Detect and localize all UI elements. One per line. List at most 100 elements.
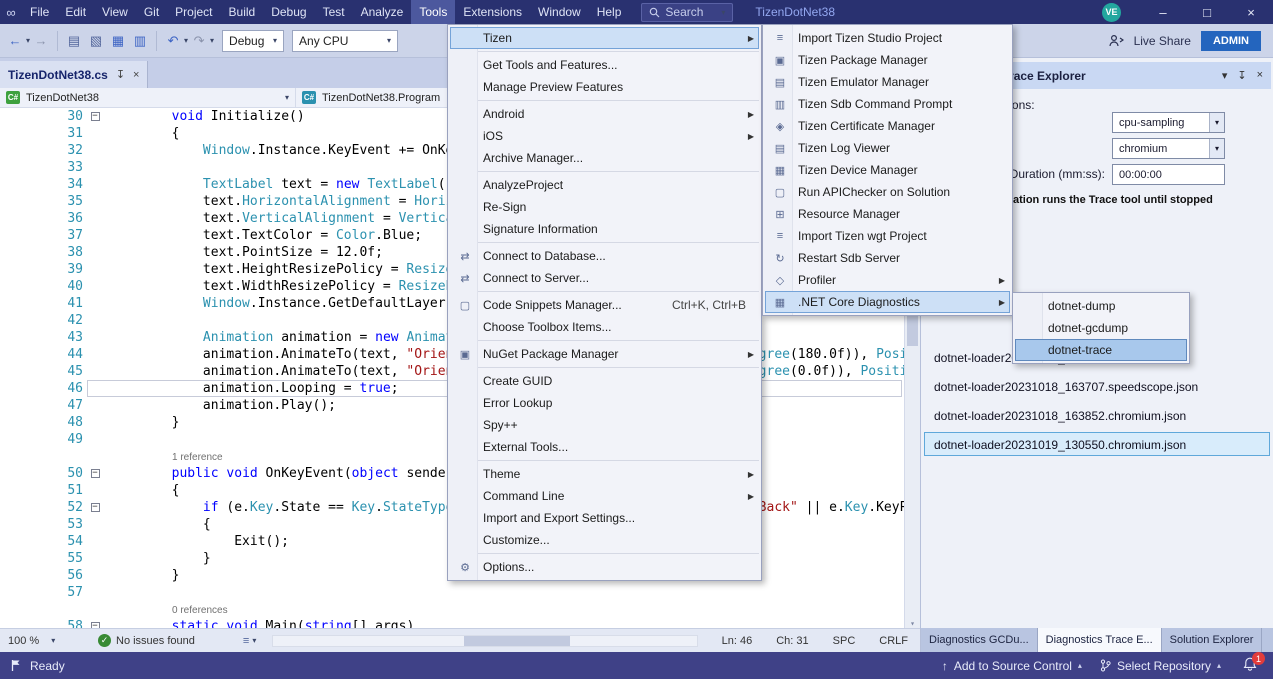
maximize-button[interactable]: □	[1185, 0, 1229, 24]
menu-item-net-core-diagnostics[interactable]: ▦.NET Core Diagnostics▶	[765, 291, 1010, 313]
menu-item-run-apichecker-on-solution[interactable]: ▢Run APIChecker on Solution	[765, 181, 1010, 203]
solution-platform-dropdown[interactable]: Any CPU ▾	[292, 30, 398, 52]
menu-item-profiler[interactable]: ◇Profiler▶	[765, 269, 1010, 291]
menu-item-signature-information[interactable]: Signature Information	[450, 218, 759, 240]
menu-item-nuget-package-manager[interactable]: ▣NuGet Package Manager▶	[450, 343, 759, 365]
codelens-references[interactable]: 1 reference	[172, 452, 223, 463]
outline-margin[interactable]: −	[87, 618, 103, 628]
pin-icon[interactable]: ↧	[1237, 69, 1246, 82]
menu-item-connect-to-database[interactable]: ⇄Connect to Database...	[450, 245, 759, 267]
redo-icon[interactable]: ↷	[189, 30, 209, 52]
indent-mode-indicator[interactable]: SPC	[825, 635, 864, 647]
minimize-button[interactable]: –	[1141, 0, 1185, 24]
outline-margin[interactable]: −	[87, 499, 103, 516]
menu-item-manage-preview-features[interactable]: Manage Preview Features	[450, 76, 759, 98]
close-tab-icon[interactable]: ×	[133, 69, 139, 81]
breadcrumb-member-dropdown[interactable]: C# TizenDotNet38.Program	[296, 88, 446, 107]
admin-button[interactable]: ADMIN	[1201, 31, 1261, 51]
chevron-down-icon[interactable]: ▾	[26, 36, 30, 45]
menu-item-command-line[interactable]: Command Line▶	[450, 485, 759, 507]
trace-file-item[interactable]: dotnet-loader20231018_163707.speedscope.…	[924, 374, 1270, 398]
menu-item-android[interactable]: Android▶	[450, 103, 759, 125]
menu-item-ios[interactable]: iOS▶	[450, 125, 759, 147]
menu-item-import-tizen-wgt-project[interactable]: ≡Import Tizen wgt Project	[765, 225, 1010, 247]
solution-configuration-dropdown[interactable]: Debug ▾	[222, 30, 284, 52]
search-box[interactable]: Search ▾	[641, 3, 733, 22]
menu-item-tizen-emulator-manager[interactable]: ▤Tizen Emulator Manager	[765, 71, 1010, 93]
menu-item-tizen-device-manager[interactable]: ▦Tizen Device Manager	[765, 159, 1010, 181]
menu-item-spy[interactable]: Spy++	[450, 414, 759, 436]
undo-icon[interactable]: ↶	[163, 30, 183, 52]
live-share-icon[interactable]	[1108, 34, 1124, 48]
codelens-references[interactable]: 0 references	[172, 605, 228, 616]
trace-format-dropdown[interactable]: chromium ▾	[1112, 138, 1225, 159]
menu-item-code-snippets-manager[interactable]: ▢Code Snippets Manager...Ctrl+K, Ctrl+B	[450, 294, 759, 316]
chevron-down-icon[interactable]: ▾	[210, 36, 214, 45]
menu-item-error-lookup[interactable]: Error Lookup	[450, 392, 759, 414]
trace-provider-dropdown[interactable]: cpu-sampling ▾	[1112, 112, 1225, 133]
menu-item-create-guid[interactable]: Create GUID	[450, 370, 759, 392]
menu-item-external-tools[interactable]: External Tools...	[450, 436, 759, 458]
panel-tab-solution-explorer[interactable]: Solution Explorer	[1162, 628, 1263, 652]
menubar-item-extensions[interactable]: Extensions	[455, 0, 530, 24]
breadcrumb-project-dropdown[interactable]: C# TizenDotNet38 ▾	[0, 88, 296, 107]
trace-file-item[interactable]: dotnet-loader20231019_130550.chromium.js…	[924, 432, 1270, 456]
line-indicator[interactable]: Ln: 46	[714, 635, 761, 647]
menu-item-theme[interactable]: Theme▶	[450, 463, 759, 485]
navigate-back-icon[interactable]: ←	[5, 30, 25, 52]
collapse-icon[interactable]: −	[91, 469, 100, 478]
menu-item-restart-sdb-server[interactable]: ↻Restart Sdb Server	[765, 247, 1010, 269]
user-avatar[interactable]: VE	[1102, 3, 1121, 22]
menu-item-options[interactable]: ⚙Options...	[450, 556, 759, 578]
menu-item-get-tools-and-features[interactable]: Get Tools and Features...	[450, 54, 759, 76]
collapse-icon[interactable]: −	[91, 503, 100, 512]
line-ending-indicator[interactable]: CRLF	[871, 635, 916, 647]
menu-item-tizen-log-viewer[interactable]: ▤Tizen Log Viewer	[765, 137, 1010, 159]
menu-item-archive-manager[interactable]: Archive Manager...	[450, 147, 759, 169]
menu-item-import-tizen-studio-project[interactable]: ≡Import Tizen Studio Project	[765, 27, 1010, 49]
save-icon[interactable]: ▦	[108, 30, 128, 52]
menubar-item-test[interactable]: Test	[315, 0, 353, 24]
menu-item-import-and-export-settings[interactable]: Import and Export Settings...	[450, 507, 759, 529]
menu-item-customize[interactable]: Customize...	[450, 529, 759, 551]
select-repository-button[interactable]: Select Repository ▴	[1100, 659, 1221, 673]
menu-item-tizen-certificate-manager[interactable]: ◈Tizen Certificate Manager	[765, 115, 1010, 137]
scrollbar-thumb[interactable]	[464, 636, 570, 646]
menu-item-dotnet-gcdump[interactable]: dotnet-gcdump	[1015, 317, 1187, 339]
save-all-icon[interactable]: ▥	[130, 30, 150, 52]
menu-item-re-sign[interactable]: Re-Sign	[450, 196, 759, 218]
chevron-down-icon[interactable]: ▾	[184, 36, 188, 45]
menubar-item-git[interactable]: Git	[136, 0, 167, 24]
collapse-icon[interactable]: −	[91, 622, 100, 628]
menubar-item-help[interactable]: Help	[589, 0, 630, 24]
menu-item-resource-manager[interactable]: ⊞Resource Manager	[765, 203, 1010, 225]
scroll-down-icon[interactable]: ▾	[910, 619, 915, 628]
close-button[interactable]: ×	[1229, 0, 1273, 24]
menubar-item-tools[interactable]: Tools	[411, 0, 455, 24]
error-filter-dropdown[interactable]: ≡ ▾	[243, 635, 256, 647]
add-to-source-control-button[interactable]: ↑ Add to Source Control ▴	[942, 659, 1082, 673]
navigate-forward-icon[interactable]: →	[31, 30, 51, 52]
new-project-icon[interactable]: ▤	[64, 30, 84, 52]
menubar-item-view[interactable]: View	[94, 0, 136, 24]
notifications-button[interactable]: 1	[1243, 657, 1257, 674]
menu-item-analyzeproject[interactable]: AnalyzeProject	[450, 174, 759, 196]
chevron-down-icon[interactable]: ▾	[1222, 69, 1228, 82]
menu-item-tizen-package-manager[interactable]: ▣Tizen Package Manager	[765, 49, 1010, 71]
menu-item-tizen-sdb-command-prompt[interactable]: ▥Tizen Sdb Command Prompt	[765, 93, 1010, 115]
live-share-label[interactable]: Live Share	[1134, 34, 1191, 48]
menubar-item-project[interactable]: Project	[167, 0, 220, 24]
menubar-item-window[interactable]: Window	[530, 0, 589, 24]
menubar-item-edit[interactable]: Edit	[57, 0, 94, 24]
menubar-item-file[interactable]: File	[22, 0, 57, 24]
menu-item-choose-toolbox-items[interactable]: Choose Toolbox Items...	[450, 316, 759, 338]
menubar-item-analyze[interactable]: Analyze	[353, 0, 412, 24]
collapse-icon[interactable]: −	[91, 112, 100, 121]
outline-margin[interactable]: −	[87, 108, 103, 125]
document-tab[interactable]: TizenDotNet38.cs ↧ ×	[0, 61, 148, 88]
column-indicator[interactable]: Ch: 31	[768, 635, 816, 647]
document-health-indicator[interactable]: ✓ No issues found	[98, 634, 195, 647]
open-file-icon[interactable]: ▧	[86, 30, 106, 52]
panel-tab-diagnostics-gcdu[interactable]: Diagnostics GCDu...	[921, 628, 1038, 652]
trace-file-item[interactable]: dotnet-loader20231018_163852.chromium.js…	[924, 403, 1270, 427]
